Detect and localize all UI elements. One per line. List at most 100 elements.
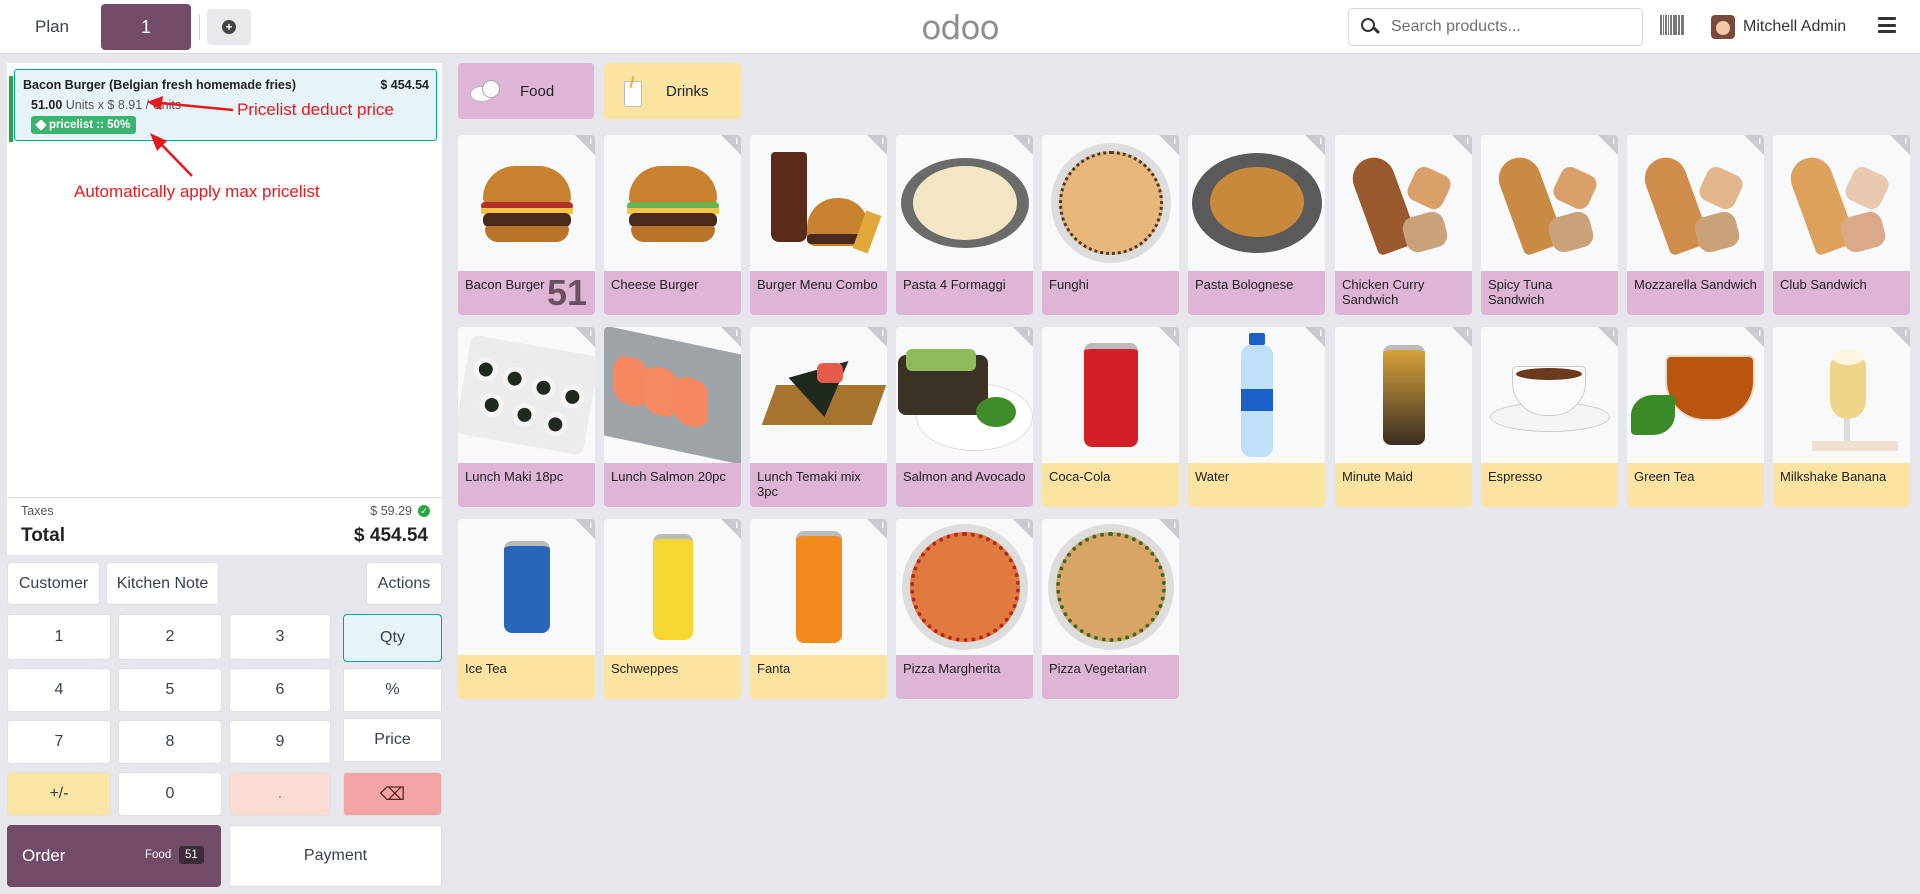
product-name: Pasta 4 Formaggi: [896, 271, 1033, 315]
product-card-green-tea[interactable]: i Green Tea: [1627, 327, 1764, 507]
kitchen-note-button[interactable]: Kitchen Note: [106, 562, 219, 605]
numpad-qty-mode[interactable]: Qty: [343, 614, 442, 662]
product-info-button[interactable]: [721, 135, 741, 155]
product-card-spicy-tuna-sandwich[interactable]: i Spicy Tuna Sandwich: [1481, 135, 1618, 315]
product-card-minute-maid[interactable]: i Minute Maid: [1335, 327, 1472, 507]
product-info-button[interactable]: [1159, 519, 1179, 539]
product-info-button[interactable]: [1013, 135, 1033, 155]
product-card-burger-menu-combo[interactable]: i Burger Menu Combo: [750, 135, 887, 315]
info-icon: i: [735, 328, 738, 338]
product-card-mozzarella-sandwich[interactable]: i Mozzarella Sandwich: [1627, 135, 1764, 315]
barcode-icon[interactable]: [1660, 15, 1684, 35]
product-card-pasta-bolognese[interactable]: i Pasta Bolognese: [1188, 135, 1325, 315]
info-icon: i: [1173, 136, 1176, 146]
numpad-9[interactable]: 9: [229, 720, 331, 764]
product-info-button[interactable]: [867, 135, 887, 155]
product-name: Espresso: [1481, 463, 1618, 507]
product-info-button[interactable]: [1452, 327, 1472, 347]
product-info-button[interactable]: [1890, 135, 1910, 155]
numpad-price-mode[interactable]: Price: [343, 718, 442, 762]
product-card-bacon-burger[interactable]: i Bacon Burger 51: [458, 135, 595, 315]
product-info-button[interactable]: [1598, 327, 1618, 347]
hamburger-menu-icon[interactable]: [1878, 17, 1896, 33]
product-info-button[interactable]: [721, 327, 741, 347]
product-image: [604, 327, 741, 465]
product-card-pizza-margherita[interactable]: i Pizza Margherita: [896, 519, 1033, 699]
product-info-button[interactable]: [1890, 327, 1910, 347]
product-info-button[interactable]: [575, 519, 595, 539]
numpad-5[interactable]: 5: [118, 668, 222, 712]
numpad-decimal[interactable]: .: [229, 772, 331, 816]
numpad-1[interactable]: 1: [7, 614, 111, 660]
product-card-club-sandwich[interactable]: i Club Sandwich: [1773, 135, 1910, 315]
product-info-button[interactable]: [1159, 327, 1179, 347]
product-name: Funghi: [1042, 271, 1179, 315]
search-input[interactable]: [1391, 18, 1631, 36]
product-image: [458, 327, 595, 463]
plan-button[interactable]: Plan: [20, 5, 84, 49]
product-card-milkshake-banana[interactable]: i Milkshake Banana: [1773, 327, 1910, 507]
product-name: Water: [1188, 463, 1325, 507]
payment-button[interactable]: Payment: [229, 825, 442, 887]
customer-button[interactable]: Customer: [7, 562, 100, 605]
product-info-button[interactable]: [721, 519, 741, 539]
product-card-ice-tea[interactable]: i Ice Tea: [458, 519, 595, 699]
product-info-button[interactable]: [1013, 519, 1033, 539]
product-info-button[interactable]: [1305, 135, 1325, 155]
product-card-pasta-4-formaggi[interactable]: i Pasta 4 Formaggi: [896, 135, 1033, 315]
product-card-coca-cola[interactable]: i Coca-Cola: [1042, 327, 1179, 507]
product-image: [1481, 327, 1618, 463]
product-image: [458, 519, 595, 655]
product-card-lunch-temaki-mix-3pc[interactable]: i Lunch Temaki mix 3pc: [750, 327, 887, 507]
food-category-icon: [470, 76, 502, 106]
order-tab-1[interactable]: 1: [101, 4, 191, 50]
numpad-6[interactable]: 6: [229, 668, 331, 712]
product-info-button[interactable]: [1744, 135, 1764, 155]
numpad-4[interactable]: 4: [7, 668, 111, 712]
product-name: Club Sandwich: [1773, 271, 1910, 315]
product-info-button[interactable]: [575, 135, 595, 155]
numpad-8[interactable]: 8: [118, 720, 222, 764]
product-info-button[interactable]: [575, 327, 595, 347]
user-menu[interactable]: Mitchell Admin: [1711, 13, 1846, 41]
product-info-button[interactable]: [1159, 135, 1179, 155]
product-card-fanta[interactable]: i Fanta: [750, 519, 887, 699]
user-name: Mitchell Admin: [1743, 18, 1847, 35]
numpad-0[interactable]: 0: [118, 772, 222, 816]
search-box[interactable]: [1348, 8, 1643, 46]
product-image: [1627, 135, 1764, 271]
product-card-chicken-curry-sandwich[interactable]: i Chicken Curry Sandwich: [1335, 135, 1472, 315]
numpad-7[interactable]: 7: [7, 720, 111, 764]
product-card-water[interactable]: i Water: [1188, 327, 1325, 507]
product-card-pizza-vegetarian[interactable]: i Pizza Vegetarian: [1042, 519, 1179, 699]
numpad-plus-minus[interactable]: +/-: [7, 772, 111, 816]
product-image: [896, 327, 1033, 463]
category-food[interactable]: Food: [458, 63, 594, 119]
actions-button[interactable]: Actions: [366, 562, 442, 605]
numpad-2[interactable]: 2: [118, 614, 222, 660]
product-card-cheese-burger[interactable]: i Cheese Burger: [604, 135, 741, 315]
order-button[interactable]: Order Food 51: [7, 825, 221, 887]
product-info-button[interactable]: [867, 327, 887, 347]
product-info-button[interactable]: [1598, 135, 1618, 155]
product-card-espresso[interactable]: i Espresso: [1481, 327, 1618, 507]
backspace-icon[interactable]: ⌫: [343, 772, 442, 816]
category-drinks[interactable]: Drinks: [604, 63, 741, 119]
search-icon: [1361, 18, 1381, 36]
numpad-discount-mode[interactable]: %: [343, 668, 442, 712]
product-image: [604, 135, 741, 271]
product-card-lunch-maki-18pc[interactable]: i Lunch Maki 18pc: [458, 327, 595, 507]
product-card-funghi[interactable]: i Funghi: [1042, 135, 1179, 315]
product-info-button[interactable]: [1744, 327, 1764, 347]
numpad-3[interactable]: 3: [229, 614, 331, 660]
product-info-button[interactable]: [1305, 327, 1325, 347]
info-icon: i: [1904, 328, 1907, 338]
plus-circle-icon: +: [222, 20, 236, 34]
product-info-button[interactable]: [1013, 327, 1033, 347]
product-info-button[interactable]: [1452, 135, 1472, 155]
product-card-schweppes[interactable]: i Schweppes: [604, 519, 741, 699]
product-card-salmon-and-avocado[interactable]: i Salmon and Avocado: [896, 327, 1033, 507]
product-card-lunch-salmon-20pc[interactable]: i Lunch Salmon 20pc: [604, 327, 741, 507]
add-order-button[interactable]: +: [207, 9, 251, 45]
product-info-button[interactable]: [867, 519, 887, 539]
